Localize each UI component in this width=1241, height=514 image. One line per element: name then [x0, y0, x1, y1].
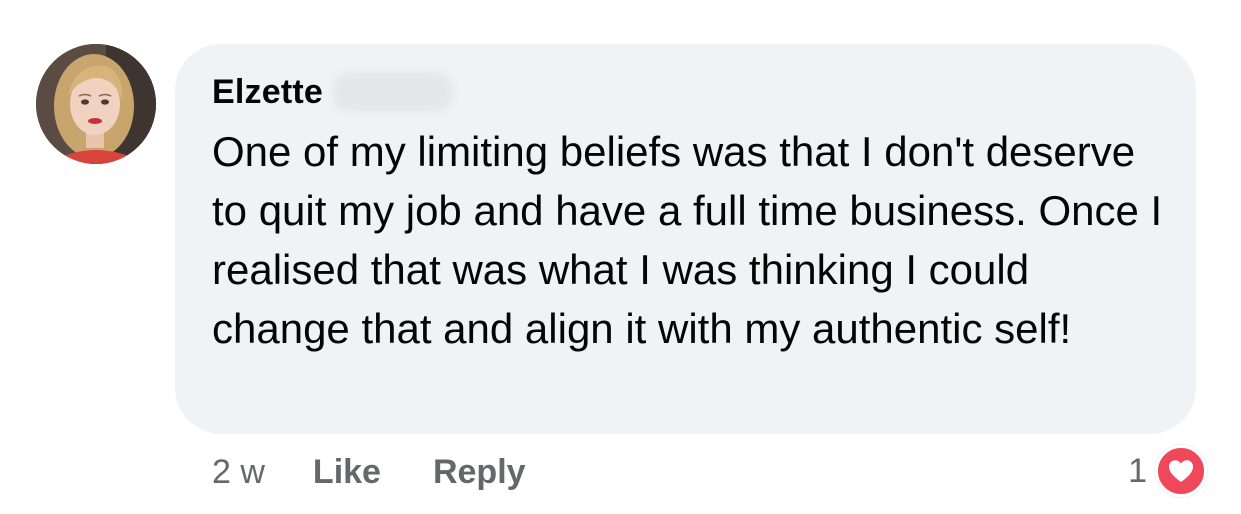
- heart-icon-glyph: [1169, 460, 1193, 482]
- author-name[interactable]: Elzette: [212, 73, 323, 112]
- reply-button[interactable]: Reply: [433, 453, 526, 492]
- comment-actions: 2 w Like Reply: [212, 448, 578, 496]
- redacted-surname: [333, 72, 453, 112]
- comment: Elzette One of my limiting beliefs was t…: [0, 0, 1241, 514]
- comment-text: One of my limiting beliefs was that I do…: [212, 128, 1163, 352]
- reaction-count: 1: [1128, 451, 1147, 490]
- timestamp[interactable]: 2 w: [212, 453, 265, 492]
- heart-icon: [1155, 445, 1207, 497]
- reactions-summary[interactable]: 1: [1128, 445, 1207, 497]
- author-row: Elzette: [212, 70, 453, 114]
- avatar[interactable]: [36, 44, 156, 164]
- avatar-image: [36, 44, 156, 164]
- like-button[interactable]: Like: [313, 453, 381, 492]
- comment-bubble: Elzette One of my limiting beliefs was t…: [175, 44, 1196, 434]
